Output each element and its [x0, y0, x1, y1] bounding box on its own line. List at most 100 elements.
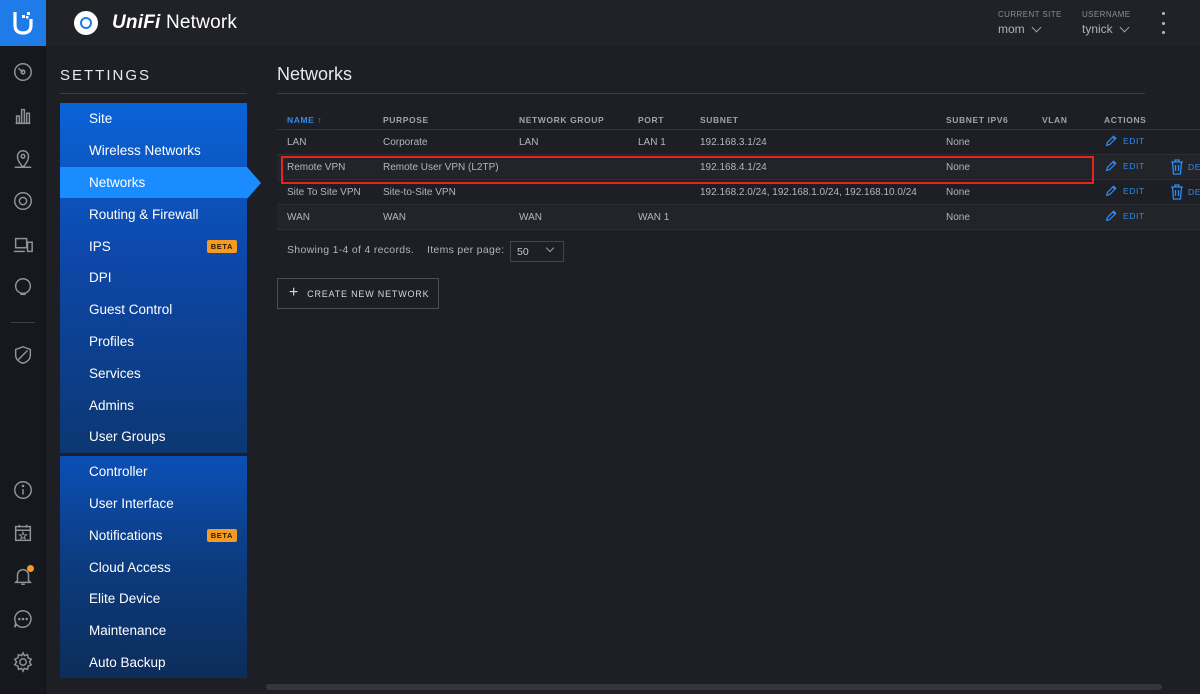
sidebar-item-notifications[interactable]: Notifications BETA	[60, 519, 247, 551]
records-info: Showing 1-4 of 4 records.	[287, 244, 415, 256]
edit-button[interactable]: EDIT	[1104, 134, 1145, 148]
chevron-down-icon	[1119, 22, 1130, 32]
sidebar-item-cloud-access[interactable]: Cloud Access	[60, 551, 247, 583]
plus-icon: +	[289, 283, 300, 301]
sidebar-item-admins[interactable]: Admins	[60, 389, 247, 421]
sidebar-item-auto-backup[interactable]: Auto Backup	[60, 647, 247, 679]
sidebar-item-wireless-networks[interactable]: Wireless Networks	[60, 135, 247, 167]
cell-subnet: 192.168.2.0/24, 192.168.1.0/24, 192.168.…	[700, 187, 917, 198]
sidebar-item-label: Site	[89, 111, 113, 127]
trash-icon	[1171, 159, 1183, 175]
trash-icon	[1171, 184, 1183, 200]
edit-button[interactable]: EDIT	[1104, 184, 1145, 198]
delete-button[interactable]: DE	[1170, 159, 1200, 175]
settings-group-site: Site Wireless Networks Networks Routing …	[60, 103, 261, 453]
edit-button[interactable]: EDIT	[1104, 159, 1145, 173]
cell-port: WAN 1	[638, 212, 670, 223]
sidebar-item-networks[interactable]: Networks	[60, 166, 261, 199]
column-header-subnet[interactable]: SUBNET	[700, 115, 739, 125]
icon-rail	[0, 0, 46, 694]
column-header-actions: ACTIONS	[1104, 115, 1147, 125]
sidebar-item-label: Networks	[89, 174, 146, 190]
sidebar-item-label: Services	[89, 365, 141, 381]
cell-name: LAN	[287, 137, 307, 148]
column-header-network-group[interactable]: NETWORK GROUP	[519, 115, 604, 125]
devices-icon[interactable]	[11, 189, 35, 213]
table-row[interactable]: WAN WAN WAN WAN 1 None EDIT	[277, 205, 1200, 230]
column-header-port[interactable]: PORT	[638, 115, 664, 125]
sidebar-item-controller[interactable]: Controller	[60, 456, 247, 488]
cell-subnet: 192.168.3.1/24	[700, 137, 767, 148]
sidebar-item-label: Controller	[89, 464, 148, 480]
sidebar-item-label: Maintenance	[89, 623, 167, 639]
create-button-label: CREATE NEW NETWORK	[307, 288, 430, 299]
settings-group-controller: Controller User Interface Notifications B…	[60, 455, 247, 679]
app-title-brand: UniFi	[112, 12, 161, 33]
sidebar-item-label: Elite Device	[89, 591, 161, 607]
username-label: USERNAME	[1082, 10, 1131, 19]
table-header: NAME ↑ PURPOSE NETWORK GROUP PORT SUBNET…	[277, 110, 1200, 130]
statistics-icon[interactable]	[11, 104, 35, 128]
highlight-annotation	[281, 156, 1094, 184]
alerts-icon[interactable]	[11, 564, 35, 588]
sidebar-item-elite-device[interactable]: Elite Device	[60, 583, 247, 615]
app-title-product: Network	[160, 12, 238, 33]
cell-port: LAN 1	[638, 137, 666, 148]
cell-subnet-ipv6: None	[946, 212, 970, 223]
info-icon[interactable]	[11, 478, 35, 502]
sidebar-item-user-groups[interactable]: User Groups	[60, 421, 247, 453]
sidebar-item-label: DPI	[89, 270, 112, 286]
sidebar-item-label: IPS	[89, 238, 111, 254]
sidebar-item-guest-control[interactable]: Guest Control	[60, 294, 247, 326]
create-new-network-button[interactable]: + CREATE NEW NETWORK	[277, 278, 439, 309]
sidebar-item-services[interactable]: Services	[60, 357, 247, 389]
sidebar-item-site[interactable]: Site	[60, 103, 247, 135]
edit-button[interactable]: EDIT	[1104, 209, 1145, 223]
sidebar-item-user-interface[interactable]: User Interface	[60, 488, 247, 520]
items-per-page-select[interactable]: 50	[510, 241, 564, 262]
cell-purpose: WAN	[383, 212, 406, 223]
sidebar-item-label: User Interface	[89, 495, 174, 511]
settings-icon[interactable]	[11, 650, 35, 674]
horizontal-scrollbar[interactable]	[266, 684, 1162, 690]
sidebar-item-routing-firewall[interactable]: Routing & Firewall	[60, 198, 247, 230]
column-header-subnet-ipv6[interactable]: SUBNET IPV6	[946, 115, 1008, 125]
threat-management-icon[interactable]	[11, 343, 35, 367]
sidebar-item-maintenance[interactable]: Maintenance	[60, 615, 247, 647]
table-row[interactable]: LAN Corporate LAN LAN 1 192.168.3.1/24 N…	[277, 130, 1200, 155]
sidebar-item-label: Guest Control	[89, 302, 173, 318]
more-menu-icon[interactable]	[1160, 12, 1166, 34]
column-header-vlan[interactable]: VLAN	[1042, 115, 1068, 125]
dashboard-icon[interactable]	[11, 60, 35, 84]
sidebar-item-label: Cloud Access	[89, 559, 171, 575]
cell-subnet-ipv6: None	[946, 187, 970, 198]
delete-button[interactable]: DE	[1170, 184, 1200, 200]
username-value: tynick	[1082, 22, 1113, 36]
app-title: UniFi Network	[112, 12, 237, 34]
column-header-name[interactable]: NAME ↑	[287, 115, 322, 125]
clients-icon[interactable]	[11, 233, 35, 257]
delete-label: DE	[1188, 187, 1200, 197]
chevron-down-icon	[545, 243, 555, 253]
cell-subnet-ipv6: None	[946, 137, 970, 148]
app-logo-icon[interactable]	[74, 11, 98, 35]
sidebar-item-profiles[interactable]: Profiles	[60, 326, 247, 358]
username-selector[interactable]: USERNAME tynick	[1082, 10, 1131, 36]
unifi-logo[interactable]	[0, 0, 46, 46]
page-title: Networks	[277, 64, 353, 84]
edit-label: EDIT	[1123, 161, 1145, 171]
current-site-selector[interactable]: CURRENT SITE mom	[998, 10, 1062, 36]
insights-icon[interactable]	[11, 275, 35, 299]
items-per-page-value: 50	[517, 245, 529, 258]
column-header-purpose[interactable]: PURPOSE	[383, 115, 429, 125]
rail-divider	[11, 322, 35, 323]
map-icon[interactable]	[11, 147, 35, 171]
pencil-icon	[1105, 185, 1117, 197]
sidebar-item-ips[interactable]: IPS BETA	[60, 230, 247, 262]
events-icon[interactable]	[11, 521, 35, 545]
alert-dot	[27, 565, 34, 572]
pencil-icon	[1105, 160, 1117, 172]
edit-label: EDIT	[1123, 136, 1145, 146]
sidebar-item-dpi[interactable]: DPI	[60, 262, 247, 294]
chat-icon[interactable]	[11, 607, 35, 631]
